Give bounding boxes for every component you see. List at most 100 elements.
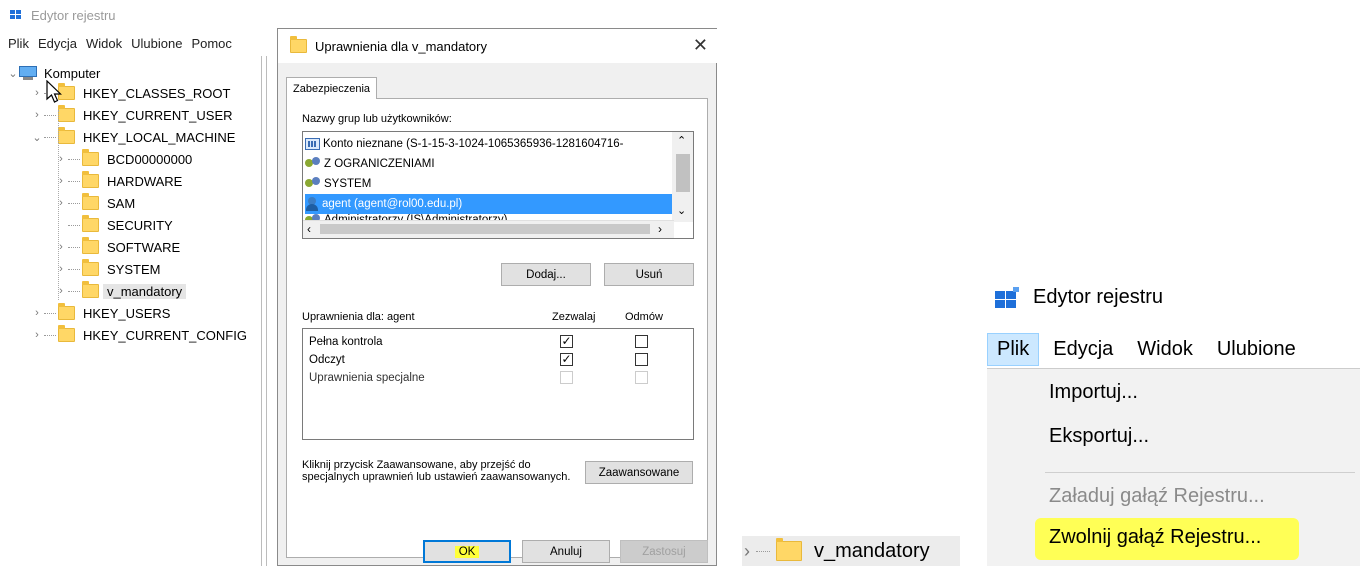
chevron-right-icon[interactable]: ›: [32, 87, 42, 99]
menu-edycja[interactable]: Edycja: [38, 36, 77, 56]
scroll-thumb[interactable]: [676, 154, 690, 192]
folder-icon: [82, 259, 99, 276]
menu-plik[interactable]: Plik: [987, 332, 1040, 366]
scroll-down-icon[interactable]: ⌄: [677, 204, 686, 217]
registry-title: Edytor rejestru: [1033, 286, 1164, 308]
tree-label: v_mandatory: [814, 539, 930, 562]
users-group-icon: [305, 177, 321, 191]
permissions-dialog: Uprawnienia dla v_mandatory ✕ Zabezpiecz…: [277, 28, 718, 566]
permission-row: Pełna kontrola: [309, 336, 383, 348]
tree-item-v-mandatory[interactable]: › v_mandatory: [56, 280, 187, 302]
tree-item-bcd[interactable]: › BCD00000000: [56, 148, 192, 170]
chevron-right-icon[interactable]: ›: [744, 541, 750, 562]
folder-icon: [82, 215, 99, 232]
menu-item-import[interactable]: Importuj...: [1049, 381, 1138, 404]
menu-ulubione[interactable]: Ulubione: [1217, 338, 1296, 361]
permissions-label: Uprawnienia dla: agent: [302, 311, 415, 323]
folder-icon: [82, 281, 99, 298]
unknown-account-icon: [305, 138, 320, 150]
menu-separator: [1045, 472, 1355, 473]
tree-item-sam[interactable]: › SAM: [56, 192, 135, 214]
scroll-right-icon[interactable]: ›: [658, 222, 662, 236]
pane-divider[interactable]: [261, 56, 262, 566]
remove-button[interactable]: Usuń: [604, 263, 694, 286]
apply-button: Zastosuj: [620, 540, 708, 563]
tab-zabezpieczenia[interactable]: Zabezpieczenia: [286, 77, 378, 99]
registry-tree: ⌄ Komputer › HKEY_CLASSES_ROOT › HKEY_CU…: [0, 62, 262, 566]
menu-widok[interactable]: Widok: [86, 36, 122, 56]
folder-icon: [82, 237, 99, 254]
groups-listbox[interactable]: Konto nieznane (S-1-15-3-1024-1065365936…: [302, 131, 694, 239]
close-icon[interactable]: ✕: [693, 35, 708, 56]
tree-item-hku[interactable]: › HKEY_USERS: [32, 302, 170, 324]
menu-item-load-hive: Załaduj gałąź Rejestru...: [1049, 485, 1265, 507]
tree-item-security[interactable]: SECURITY: [56, 214, 173, 236]
registry-app-icon: [10, 9, 23, 21]
tree-label: HKEY_USERS: [83, 305, 171, 321]
scroll-left-icon[interactable]: ‹: [307, 222, 311, 236]
registry-title: Edytor rejestru: [31, 7, 116, 23]
folder-icon: [776, 538, 802, 561]
allow-column-header: Zezwalaj: [552, 311, 596, 323]
list-item[interactable]: SYSTEM: [305, 174, 371, 194]
allow-checkbox-read[interactable]: ✓: [560, 353, 573, 366]
tree-label: HKEY_CLASSES_ROOT: [83, 85, 231, 101]
permissions-list: Pełna kontrola ✓ Odczyt ✓ Uprawnienia sp…: [302, 328, 694, 440]
permission-row: Uprawnienia specjalne: [309, 372, 425, 384]
menu-pomoc[interactable]: Pomoc: [191, 36, 231, 56]
registry-menu-bar: Plik Edycja Widok Ulubione Pomoc: [8, 36, 232, 56]
tree-item-hkcc[interactable]: › HKEY_CURRENT_CONFIG: [32, 324, 247, 346]
folder-icon: [82, 171, 99, 188]
tree-item-hklm[interactable]: ⌄ HKEY_LOCAL_MACHINE: [32, 126, 235, 148]
registry-title-bar: Edytor rejestru: [10, 4, 116, 26]
tree-item-system[interactable]: › SYSTEM: [56, 258, 160, 280]
dialog-title: Uprawnienia dla v_mandatory: [315, 38, 487, 54]
folder-icon: [290, 36, 307, 53]
menu-ulubione[interactable]: Ulubione: [131, 36, 182, 56]
groups-label: Nazwy grup lub użytkowników:: [302, 113, 452, 125]
pane-divider[interactable]: [266, 56, 267, 566]
ok-button[interactable]: OK: [423, 540, 511, 563]
allow-checkbox-full-control[interactable]: ✓: [560, 335, 573, 348]
list-item[interactable]: Konto nieznane (S-1-15-3-1024-1065365936…: [305, 134, 624, 154]
computer-icon: [18, 66, 38, 80]
chevron-right-icon[interactable]: ›: [32, 329, 42, 341]
dialog-title-bar: Uprawnienia dla v_mandatory ✕: [278, 29, 718, 63]
menu-item-export[interactable]: Eksportuj...: [1049, 425, 1149, 448]
security-tab-panel: Nazwy grup lub użytkowników: Konto niezn…: [286, 98, 708, 558]
allow-checkbox-special: [560, 371, 573, 384]
chevron-right-icon[interactable]: ›: [32, 307, 42, 319]
tree-label: HKEY_CURRENT_USER: [83, 107, 233, 123]
mouse-cursor-icon: [46, 80, 62, 103]
tree-connector: [58, 110, 59, 300]
tree-label: SYSTEM: [107, 261, 161, 277]
advanced-button[interactable]: Zaawansowane: [585, 461, 693, 484]
chevron-down-icon[interactable]: ⌄: [8, 67, 18, 80]
tree-item-hkcu[interactable]: › HKEY_CURRENT_USER: [32, 104, 233, 126]
folder-icon: [58, 303, 75, 320]
folder-icon: [82, 149, 99, 166]
scroll-thumb[interactable]: [320, 224, 650, 234]
tree-item-v-mandatory-zoom[interactable]: › v_mandatory: [742, 536, 960, 566]
tree-item-hardware[interactable]: › HARDWARE: [56, 170, 182, 192]
cancel-button[interactable]: Anuluj: [522, 540, 610, 563]
add-button[interactable]: Dodaj...: [501, 263, 591, 286]
folder-icon: [58, 105, 75, 122]
tree-item-software[interactable]: › SOFTWARE: [56, 236, 180, 258]
chevron-right-icon[interactable]: ›: [32, 109, 42, 121]
deny-checkbox-read[interactable]: [635, 353, 648, 366]
deny-checkbox-special: [635, 371, 648, 384]
tree-label: v_mandatory: [103, 283, 187, 299]
scroll-up-icon[interactable]: ⌃: [677, 134, 686, 147]
menu-plik[interactable]: Plik: [8, 36, 29, 56]
list-item-selected[interactable]: agent (agent@rol00.edu.pl): [305, 194, 672, 214]
users-group-icon: [305, 157, 321, 171]
menu-widok[interactable]: Widok: [1137, 338, 1193, 361]
tree-label: HARDWARE: [107, 173, 183, 189]
list-item[interactable]: Z OGRANICZENIAMI: [305, 154, 435, 174]
chevron-down-icon[interactable]: ⌄: [32, 131, 42, 144]
advanced-hint: Kliknij przycisk Zaawansowane, aby przej…: [302, 459, 571, 483]
menu-item-unload-hive[interactable]: Zwolnij gałąź Rejestru...: [1049, 526, 1261, 549]
deny-checkbox-full-control[interactable]: [635, 335, 648, 348]
menu-edycja[interactable]: Edycja: [1053, 338, 1113, 361]
